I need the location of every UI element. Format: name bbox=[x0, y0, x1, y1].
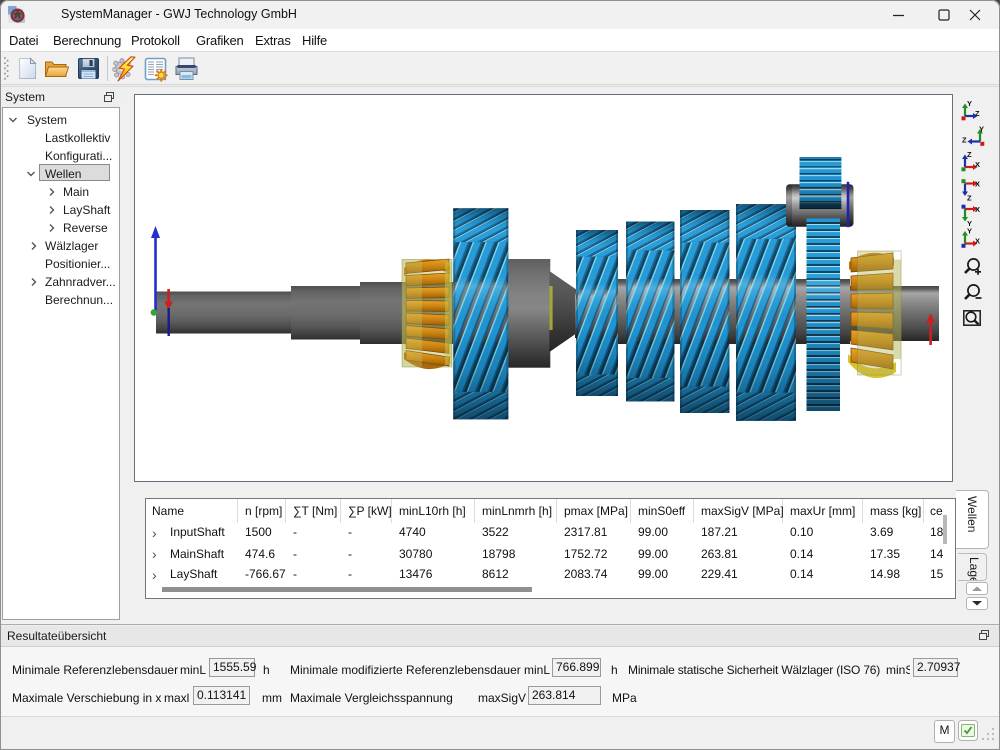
svg-text:Z: Z bbox=[975, 109, 980, 118]
svg-text:Z: Z bbox=[962, 136, 967, 145]
svg-text:Y: Y bbox=[967, 99, 972, 108]
svg-text:Y: Y bbox=[979, 125, 984, 134]
svg-text:X: X bbox=[975, 180, 980, 189]
svg-text:X: X bbox=[975, 205, 980, 214]
svg-text:Z: Z bbox=[967, 194, 972, 203]
svg-text:X: X bbox=[975, 160, 980, 169]
svg-text:Z: Z bbox=[967, 150, 972, 159]
svg-text:Y: Y bbox=[967, 227, 972, 236]
svg-text:X: X bbox=[975, 237, 980, 246]
